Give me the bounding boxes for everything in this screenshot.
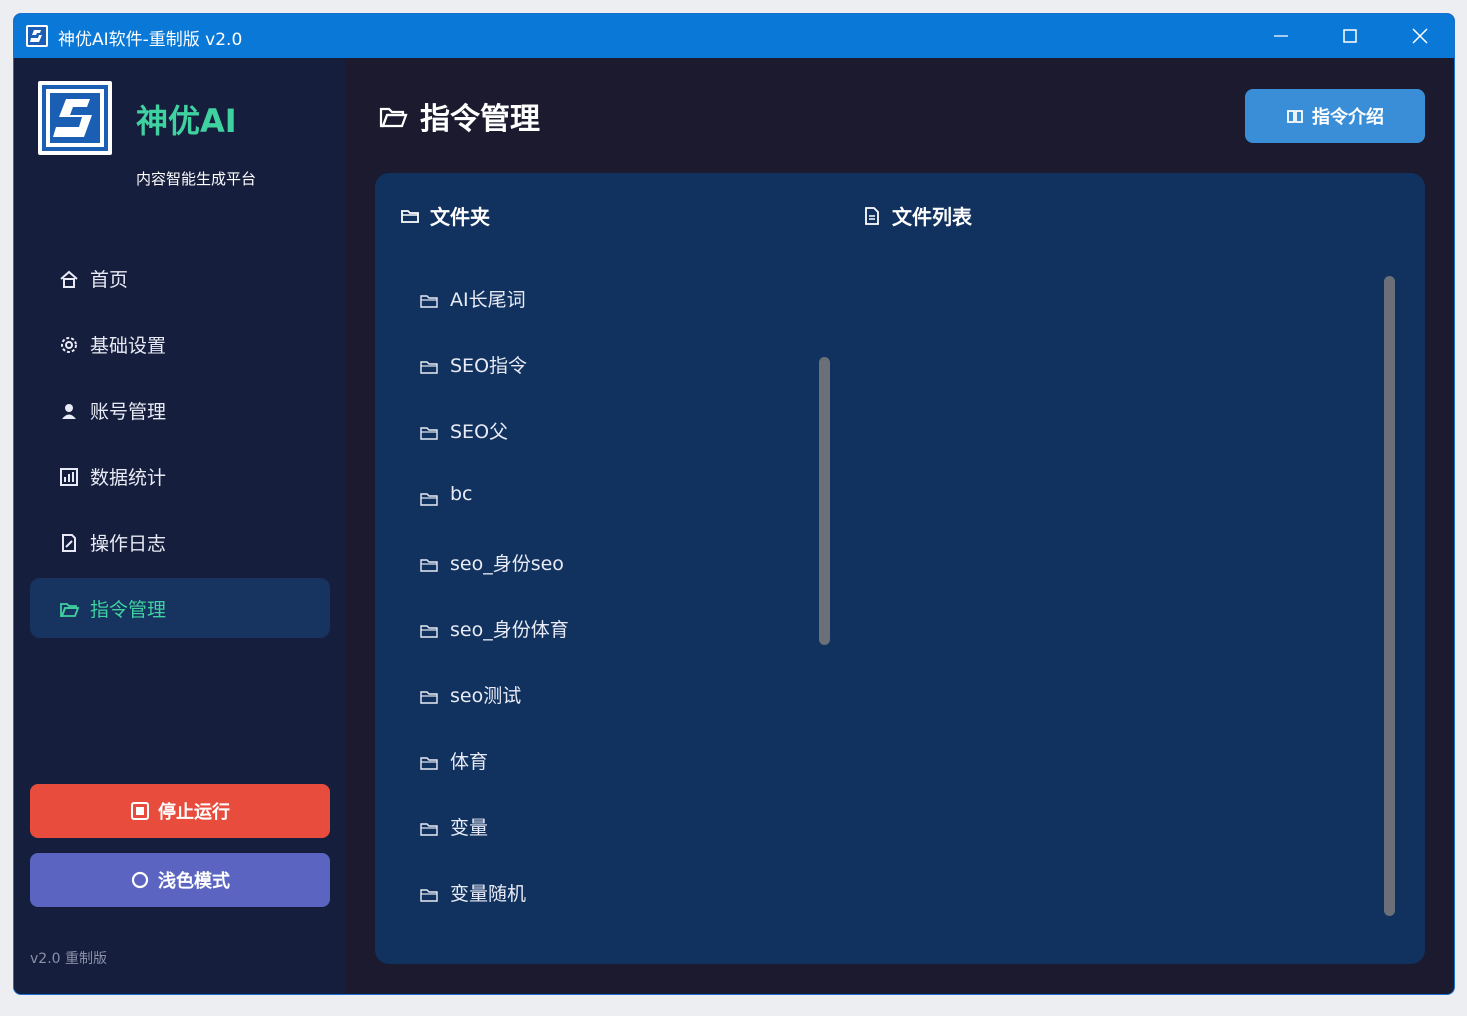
folder-icon: [420, 625, 438, 638]
user-icon: [62, 404, 76, 419]
folder-name: seo_身份体育: [450, 619, 569, 641]
folder-icon: [420, 559, 438, 572]
sidebar-item-label: 操作日志: [90, 533, 167, 555]
list-item[interactable]: AI长尾词: [420, 269, 820, 335]
close-icon: [1412, 28, 1428, 44]
list-item[interactable]: seo_身份体育: [420, 599, 820, 665]
folder-icon: [420, 823, 438, 836]
list-item[interactable]: seo_身份seo: [420, 533, 820, 599]
sidebar-item-home[interactable]: 首页: [30, 248, 330, 308]
circle-icon: [131, 871, 149, 889]
sidebar-nav: 首页 基础设置 账号管理 数据统计 操作日志 指令管理: [30, 248, 330, 644]
file-icon: [865, 206, 879, 225]
sidebar-item-label: 基础设置: [90, 335, 167, 357]
list-item[interactable]: seo测试: [420, 665, 820, 731]
log-icon: [62, 534, 76, 552]
folder-name: seo测试: [450, 685, 522, 707]
command-panel: 文件夹 文件列表 AI长尾词 SEO指令 SEO父 bc seo_身份seo s…: [375, 173, 1425, 964]
list-item[interactable]: SEO父: [420, 401, 820, 467]
folder-open-icon: [60, 603, 80, 617]
brand-name: 神优AI: [136, 102, 237, 140]
book-icon: [1287, 110, 1303, 123]
folder-icon: [420, 295, 438, 308]
gear-icon: [61, 337, 77, 353]
app-logo-icon: [26, 25, 48, 47]
folder-icon: [420, 493, 438, 506]
app-window: 神优AI软件-重制版 v2.0 神优AI 内容智能生成平台 首页 基础设置 账号…: [13, 13, 1455, 995]
sidebar-item-label: 指令管理: [90, 599, 167, 621]
folder-icon: [420, 361, 438, 374]
sidebar-item-label: 账号管理: [90, 401, 167, 423]
folder-icon: [420, 757, 438, 770]
sidebar: 神优AI 内容智能生成平台 首页 基础设置 账号管理 数据统计 操作日志 指令管…: [14, 58, 345, 994]
minimize-icon: [1274, 35, 1288, 37]
theme-label: 浅色模式: [158, 871, 230, 892]
folder-name: seo_身份seo: [450, 553, 564, 575]
window-title: 神优AI软件-重制版 v2.0: [58, 30, 243, 50]
folder-icon: [420, 427, 438, 440]
sidebar-item-settings[interactable]: 基础设置: [30, 314, 330, 374]
version-label: v2.0 重制版: [30, 951, 107, 967]
theme-toggle-button[interactable]: 浅色模式: [30, 853, 330, 907]
list-item[interactable]: SEO指令: [420, 335, 820, 401]
sidebar-item-logs[interactable]: 操作日志: [30, 512, 330, 572]
folder-icon: [420, 889, 438, 902]
sidebar-item-accounts[interactable]: 账号管理: [30, 380, 330, 440]
folder-name: SEO指令: [450, 355, 528, 377]
home-icon: [60, 270, 78, 288]
maximize-icon: [1343, 29, 1357, 43]
folder-name: 体育: [450, 751, 489, 773]
maximize-button[interactable]: [1315, 14, 1385, 58]
sidebar-item-stats[interactable]: 数据统计: [30, 446, 330, 506]
list-item[interactable]: 体育: [420, 731, 820, 797]
folder-scrollbar[interactable]: [819, 357, 830, 645]
page-title: 指令管理: [420, 102, 540, 137]
list-item[interactable]: bc: [420, 467, 820, 533]
sidebar-item-label: 首页: [90, 269, 129, 291]
page-header: 指令管理: [378, 94, 540, 138]
folder-open-icon: [379, 107, 408, 128]
list-item[interactable]: 变量随机: [420, 863, 820, 929]
minimize-button[interactable]: [1246, 14, 1316, 58]
files-heading: 文件列表: [862, 201, 972, 230]
folder-icon: [401, 209, 419, 223]
intro-button[interactable]: 指令介绍: [1245, 89, 1425, 143]
sidebar-item-commands[interactable]: 指令管理: [30, 578, 330, 638]
folder-icon: [420, 691, 438, 704]
title-bar: 神优AI软件-重制版 v2.0: [14, 14, 1454, 58]
folder-name: 变量: [450, 817, 489, 839]
close-button[interactable]: [1385, 14, 1454, 58]
folder-list: AI长尾词 SEO指令 SEO父 bc seo_身份seo seo_身份体育 s…: [420, 269, 820, 929]
stop-button[interactable]: 停止运行: [30, 784, 330, 838]
file-list-scrollbar[interactable]: [1384, 276, 1395, 916]
folder-name: bc: [450, 483, 473, 505]
chart-icon: [60, 468, 78, 486]
stop-icon: [131, 802, 149, 820]
folder-heading: 文件夹: [400, 201, 490, 230]
list-item[interactable]: 变量: [420, 797, 820, 863]
stop-label: 停止运行: [158, 802, 230, 823]
brand-logo-icon: [38, 81, 112, 155]
brand-subtitle: 内容智能生成平台: [136, 170, 257, 188]
folder-name: AI长尾词: [450, 289, 526, 311]
sidebar-item-label: 数据统计: [90, 467, 167, 489]
folder-name: SEO父: [450, 421, 509, 443]
folder-name: 变量随机: [450, 883, 527, 905]
intro-label: 指令介绍: [1312, 107, 1384, 128]
